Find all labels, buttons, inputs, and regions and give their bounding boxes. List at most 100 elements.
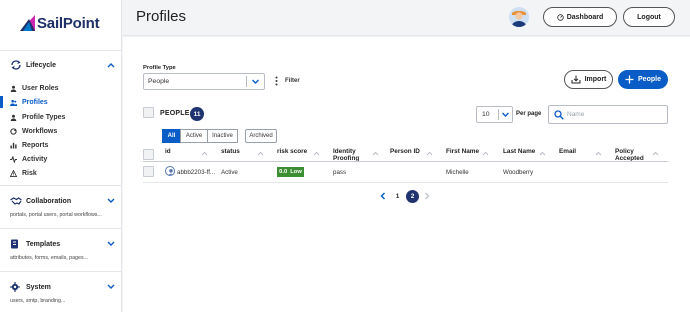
column-header-identity-proofing[interactable]: Identity Proofing <box>333 148 371 162</box>
chevron-down-icon[interactable] <box>106 283 116 291</box>
profile-types-icon <box>10 114 17 121</box>
collaboration-description: portals, portal users, portal workflows.… <box>10 212 102 218</box>
column-header-policy-accepted[interactable]: Policy Accepted <box>615 148 649 162</box>
sidebar-item-label: User Roles <box>22 84 59 92</box>
search-icon <box>554 110 564 120</box>
cell-status: Active <box>221 169 238 176</box>
sidebar-item-profiles[interactable]: Profiles <box>0 96 120 108</box>
collaboration-section-toggle[interactable]: Collaboration <box>10 196 120 206</box>
per-page-value: 10 <box>482 111 490 118</box>
chevron-up-icon[interactable] <box>106 61 116 69</box>
sort-icon[interactable] <box>482 151 489 156</box>
sort-icon[interactable] <box>595 151 602 156</box>
lifecycle-section-toggle[interactable]: Lifecycle <box>10 60 120 70</box>
kebab-menu-icon[interactable] <box>275 76 278 86</box>
dashboard-button[interactable]: Dashboard <box>543 7 617 27</box>
profile-type-select[interactable]: People <box>143 73 265 90</box>
filter-all[interactable]: All <box>162 129 181 143</box>
row-divider <box>143 182 668 183</box>
sidebar-item-label: Profile Types <box>22 113 66 121</box>
sidebar: SailPoint Lifecycle User Roles Profiles … <box>0 0 122 312</box>
select-all-checkbox[interactable] <box>143 107 154 118</box>
filter-archived[interactable]: Archived <box>245 129 277 143</box>
chevron-right-icon[interactable] <box>423 192 431 200</box>
list-title: PEOPLE <box>160 110 190 117</box>
sort-icon[interactable] <box>372 151 379 156</box>
sort-icon[interactable] <box>426 151 433 156</box>
brand-name: SailPoint <box>37 15 100 32</box>
sidebar-item-user-roles[interactable]: User Roles <box>10 82 120 94</box>
chevron-left-icon[interactable] <box>379 192 387 200</box>
sailpoint-logo[interactable]: SailPoint <box>20 14 100 38</box>
sidebar-item-label: Activity <box>22 155 48 163</box>
sort-icon[interactable] <box>313 151 320 156</box>
sidebar-item-activity[interactable]: Activity <box>10 153 120 165</box>
filter-inactive[interactable]: Inactive <box>207 129 238 143</box>
sidebar-item-risk[interactable]: Risk <box>10 167 120 179</box>
sort-icon[interactable] <box>201 151 208 156</box>
divider <box>0 271 122 272</box>
top-header: Profiles Dashboard Logout <box>123 0 690 36</box>
sort-icon[interactable] <box>652 151 659 156</box>
per-page-select[interactable]: 10 <box>476 106 513 123</box>
sidebar-item-label: Reports <box>22 141 49 149</box>
sidebar-item-label: Risk <box>22 169 37 177</box>
system-title: System <box>26 283 51 291</box>
cell-id[interactable]: abbb2203-ff... <box>177 169 215 176</box>
cell-identity-proofing: pass <box>333 169 347 176</box>
sidebar-item-label: Workflows <box>22 127 58 135</box>
dashboard-label: Dashboard <box>566 13 604 21</box>
select-separator <box>246 76 247 87</box>
sort-icon[interactable] <box>539 151 546 156</box>
per-page-label: Per page <box>516 111 542 117</box>
profiles-panel: Profile Type People Filter Import People… <box>123 37 690 312</box>
search-input[interactable]: Name <box>548 105 668 124</box>
chevron-down-icon <box>502 112 509 117</box>
chevron-down-icon <box>252 79 259 84</box>
person-icon <box>168 169 174 175</box>
column-header-risk-score[interactable]: risk score <box>277 148 307 155</box>
sidebar-item-workflows[interactable]: Workflows <box>10 125 120 137</box>
templates-icon <box>11 239 18 249</box>
lifecycle-icon <box>11 60 21 70</box>
filter-button[interactable]: Filter <box>285 78 300 84</box>
row-checkbox[interactable] <box>143 166 154 177</box>
sidebar-item-profile-types[interactable]: Profile Types <box>10 111 120 123</box>
templates-title: Templates <box>26 240 61 248</box>
handshake-icon <box>10 197 22 205</box>
sort-icon[interactable] <box>257 151 264 156</box>
system-section-toggle[interactable]: System <box>10 282 120 292</box>
risk-score-badge: 0.0 Low <box>277 167 304 177</box>
profile-type-value: People <box>148 78 170 85</box>
column-header-person-id[interactable]: Person ID <box>390 148 420 155</box>
import-icon <box>571 75 581 84</box>
lifecycle-title: Lifecycle <box>26 61 56 69</box>
column-header-first-name[interactable]: First Name <box>446 148 479 155</box>
import-button[interactable]: Import <box>564 70 613 89</box>
column-header-email[interactable]: Email <box>559 148 576 155</box>
logout-label: Logout <box>637 13 661 21</box>
logout-button[interactable]: Logout <box>623 7 675 27</box>
select-all-rows-checkbox[interactable] <box>143 149 154 160</box>
user-avatar[interactable] <box>509 7 529 27</box>
risk-label: Low <box>290 169 302 175</box>
plus-icon <box>625 75 634 84</box>
templates-section-toggle[interactable]: Templates <box>10 239 120 249</box>
risk-value: 0.0 <box>279 169 288 175</box>
page-1-button[interactable]: 1 <box>391 190 404 203</box>
chevron-down-icon[interactable] <box>106 240 116 248</box>
filter-active[interactable]: Active <box>180 129 208 143</box>
profiles-icon <box>10 99 17 106</box>
sidebar-item-reports[interactable]: Reports <box>10 139 120 151</box>
row-avatar <box>165 166 175 176</box>
chevron-down-icon[interactable] <box>106 197 116 205</box>
cell-last-name: Woodberry <box>503 169 534 176</box>
add-people-button[interactable]: People <box>618 70 668 89</box>
sidebar-item-label: Profiles <box>22 98 48 106</box>
collaboration-title: Collaboration <box>26 197 72 205</box>
column-header-status[interactable]: status <box>221 148 240 155</box>
count-badge: 11 <box>190 107 204 121</box>
page-2-button[interactable]: 2 <box>406 190 419 203</box>
column-header-id[interactable]: id <box>165 148 171 155</box>
column-header-last-name[interactable]: Last Name <box>503 148 535 155</box>
